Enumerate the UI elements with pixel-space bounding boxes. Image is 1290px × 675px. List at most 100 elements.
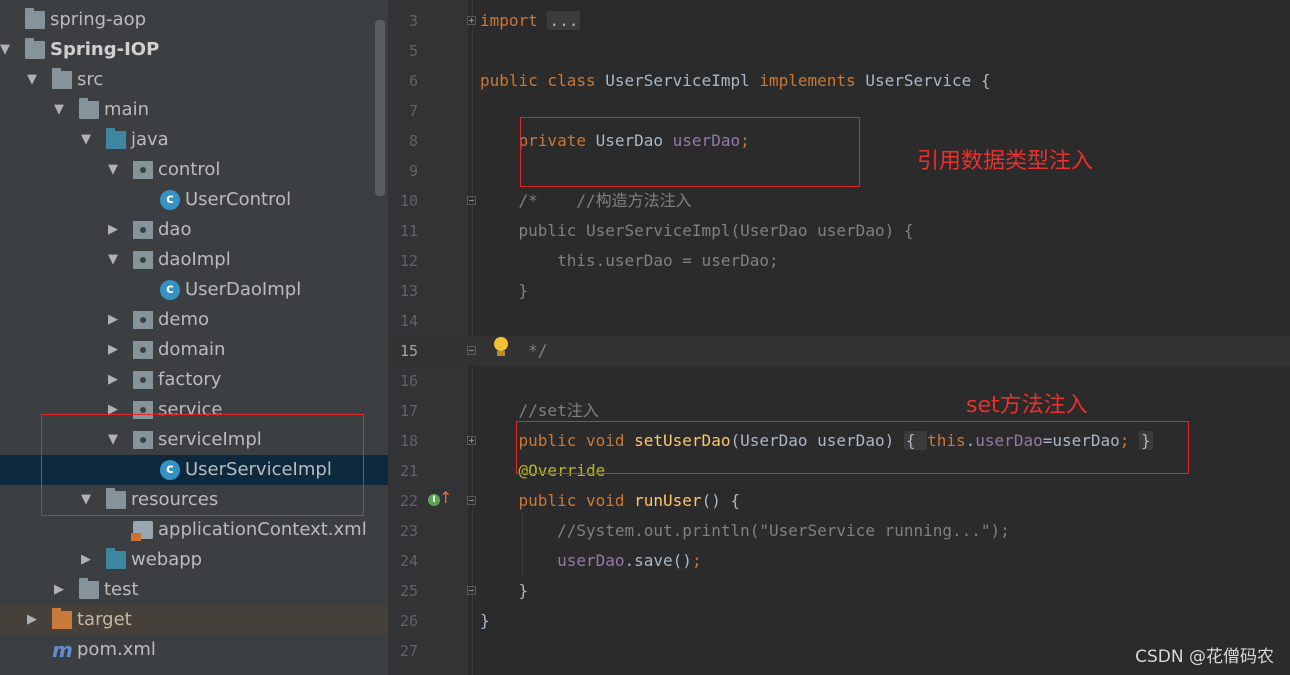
code-text: //System.out.println("UserService runnin…	[480, 521, 1010, 540]
package-icon	[133, 341, 153, 359]
line-number: 24	[399, 552, 418, 570]
expand-arrow-right-icon[interactable]: ▶	[106, 305, 120, 335]
fold-collapse-icon[interactable]	[467, 496, 476, 505]
tree-item[interactable]: ▶ domain	[0, 335, 388, 365]
indent-guide	[522, 512, 523, 576]
fold-collapse-icon[interactable]	[467, 346, 476, 355]
code-text: */	[480, 341, 548, 360]
tree-item[interactable]: ▼ main	[0, 95, 388, 125]
code-line[interactable]: 13 }	[388, 276, 1290, 306]
fold-collapse-icon[interactable]	[467, 196, 476, 205]
expand-arrow-right-icon[interactable]: ▶	[25, 605, 39, 635]
tree-item[interactable]: c UserDaoImpl	[0, 275, 388, 305]
line-number: 6	[408, 72, 418, 90]
package-icon	[133, 161, 153, 179]
tree-item[interactable]: ▶ test	[0, 575, 388, 605]
line-number: 26	[399, 612, 418, 630]
expand-arrow-down-icon[interactable]: ▼	[25, 65, 39, 95]
watermark: CSDN @花僧码农	[1135, 647, 1274, 667]
annotation-box-set-method	[516, 421, 1189, 474]
tree-item-label: src	[77, 69, 104, 90]
code-text: userDao.save();	[557, 551, 702, 570]
code-line[interactable]: 23 //System.out.println("UserService run…	[388, 516, 1290, 546]
overrides-arrow-icon[interactable]: ↑	[439, 490, 452, 506]
tree-item[interactable]: c UserControl	[0, 185, 388, 215]
tree-item[interactable]: spring-aop	[0, 5, 388, 35]
expand-arrow-right-icon[interactable]: ▶	[106, 215, 120, 245]
tree-item[interactable]: ▶ factory	[0, 365, 388, 395]
code-line[interactable]: 12 this.userDao = userDao;	[388, 246, 1290, 276]
code-line[interactable]: 26}	[388, 606, 1290, 636]
code-line[interactable]: 5	[388, 36, 1290, 66]
code-line[interactable]: 24 userDao.save();	[388, 546, 1290, 576]
code-editor[interactable]: 3 import ... 5 6 public class UserServiceImp…	[388, 0, 1290, 675]
tree-item[interactable]: ▼ java	[0, 125, 388, 155]
folder-icon	[52, 68, 72, 89]
tree-item[interactable]: ▶ dao	[0, 215, 388, 245]
expand-arrow-down-icon[interactable]: ▼	[0, 35, 12, 65]
tree-item[interactable]: ▼ src	[0, 65, 388, 95]
tree-item[interactable]: ▼ Spring-IOP	[0, 35, 388, 65]
tree-item-label: spring-aop	[50, 9, 147, 30]
expand-arrow-down-icon[interactable]: ▼	[106, 155, 120, 185]
line-number: 9	[408, 162, 418, 180]
fold-expand-icon[interactable]	[467, 436, 476, 445]
fold-collapse-icon[interactable]	[467, 586, 476, 595]
web-folder-icon	[106, 548, 126, 569]
expand-arrow-right-icon[interactable]: ▶	[79, 545, 93, 575]
tree-item-label: demo	[158, 309, 210, 330]
annotation-box-private-field	[520, 117, 860, 187]
code-line[interactable]: 25 }	[388, 576, 1290, 606]
tree-item[interactable]: applicationContext.xml	[0, 515, 388, 545]
line-number: 12	[399, 252, 418, 270]
excluded-folder-icon	[52, 608, 72, 629]
line-number: 25	[399, 582, 418, 600]
code-line[interactable]: 15 */	[388, 336, 1290, 366]
line-number: 14	[399, 312, 418, 330]
tree-item[interactable]: ▶ demo	[0, 305, 388, 335]
line-number: 10	[399, 192, 418, 210]
code-line[interactable]: 16	[388, 366, 1290, 396]
module-folder-icon	[25, 38, 45, 59]
expand-arrow-right-icon[interactable]: ▶	[106, 335, 120, 365]
line-number: 21	[399, 462, 418, 480]
tree-item-label: webapp	[131, 549, 203, 570]
expand-arrow-right-icon[interactable]: ▶	[52, 575, 66, 605]
tree-scrollbar[interactable]	[375, 20, 385, 196]
code-text: public UserServiceImpl(UserDao userDao) …	[480, 221, 914, 240]
tree-item-label: dao	[158, 219, 192, 240]
annotation-reference-injection: 引用数据类型注入	[917, 149, 1094, 174]
tree-item[interactable]: ▼ daoImpl	[0, 245, 388, 275]
source-folder-icon	[106, 128, 126, 149]
tree-item[interactable]: ▼ control	[0, 155, 388, 185]
tree-item[interactable]: ▶ webapp	[0, 545, 388, 575]
line-number: 15	[399, 342, 418, 360]
tree-item[interactable]: m pom.xml	[0, 635, 388, 665]
code-line[interactable]: 3 import ...	[388, 6, 1290, 36]
code-text: }	[480, 581, 529, 600]
expand-arrow-right-icon[interactable]: ▶	[106, 365, 120, 395]
line-number: 22	[399, 492, 418, 510]
tree-item-label: UserDaoImpl	[185, 279, 302, 300]
code-line[interactable]: 22 public void runUser() {	[388, 486, 1290, 516]
line-number: 13	[399, 282, 418, 300]
line-number: 7	[408, 102, 418, 120]
expand-arrow-down-icon[interactable]: ▼	[79, 125, 93, 155]
code-line[interactable]: 14	[388, 306, 1290, 336]
annotation-set-injection: set方法注入	[966, 393, 1088, 418]
tree-item[interactable]: ▶ target	[0, 605, 388, 635]
module-folder-icon	[25, 8, 45, 29]
tree-item-label: Spring-IOP	[50, 39, 160, 60]
tree-item-label: pom.xml	[77, 639, 156, 660]
code-line[interactable]: 6 public class UserServiceImpl implements…	[388, 66, 1290, 96]
code-text: }	[480, 611, 490, 630]
tree-item-label: main	[104, 99, 149, 120]
fold-expand-icon[interactable]	[467, 16, 476, 25]
code-line[interactable]: 10 /* //构造方法注入	[388, 186, 1290, 216]
code-line[interactable]: 11 public UserServiceImpl(UserDao userDa…	[388, 216, 1290, 246]
folder-icon	[79, 98, 99, 119]
lightbulb-icon[interactable]	[492, 337, 510, 361]
annotation-box-serviceimpl-tree	[41, 414, 364, 516]
expand-arrow-down-icon[interactable]: ▼	[106, 245, 120, 275]
expand-arrow-down-icon[interactable]: ▼	[52, 95, 66, 125]
